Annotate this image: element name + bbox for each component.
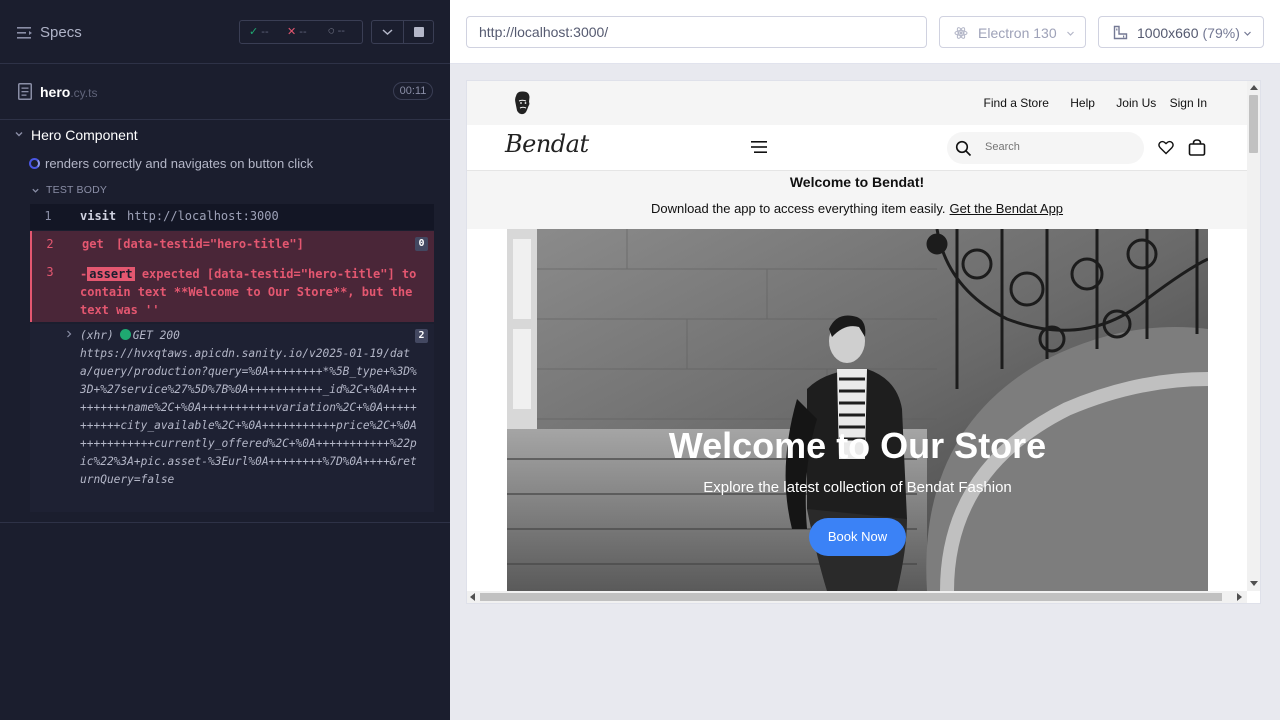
command-message: http://localhost:3000 <box>127 209 279 223</box>
file-icon <box>18 83 32 100</box>
ruler-icon <box>1113 25 1128 40</box>
test-stats: ✓ -- ✕ -- ◌ -- <box>239 20 363 44</box>
app-preview-frame: Find a Store Help Join Us Sign In Bendat… <box>466 80 1261 604</box>
suite-row[interactable]: Hero Component <box>0 124 450 146</box>
help-link[interactable]: Help <box>1070 96 1095 110</box>
test-body-row[interactable]: TEST BODY <box>0 181 450 199</box>
brand-wordmark[interactable]: Bendat <box>505 130 589 158</box>
book-now-button[interactable]: Book Now <box>809 518 906 556</box>
failed-stat: ✕ -- <box>287 26 307 38</box>
url-field[interactable]: http://localhost:3000/ <box>466 16 927 48</box>
get-app-link[interactable]: Get the Bendat App <box>950 201 1063 216</box>
spinner-icon: ◌ <box>328 25 335 37</box>
shopping-bag-icon[interactable] <box>1188 139 1206 156</box>
passed-stat: ✓ -- <box>249 26 269 38</box>
xhr-count-badge: 2 <box>415 329 428 343</box>
chevron-down-icon <box>382 29 393 36</box>
scroll-thumb[interactable] <box>480 593 1222 601</box>
find-store-link[interactable]: Find a Store <box>984 96 1049 110</box>
scroll-thumb[interactable] <box>1249 95 1258 153</box>
element-count-badge: 0 <box>415 237 428 251</box>
chevron-down-icon <box>1067 31 1074 36</box>
chevron-down-icon <box>15 132 23 137</box>
command-visit[interactable]: 1 visit http://localhost:3000 <box>30 204 434 230</box>
chevron-down-icon <box>1244 31 1251 36</box>
website: Find a Store Help Join Us Sign In Bendat… <box>467 81 1247 591</box>
chevron-right-icon <box>67 330 72 338</box>
test-title: renders correctly and navigates on butto… <box>45 156 314 171</box>
spec-name: hero.cy.ts <box>40 84 98 100</box>
join-us-link[interactable]: Join Us <box>1116 96 1156 110</box>
viewport-label: 1000x660 (79%) <box>1137 25 1240 41</box>
hamburger-menu-icon[interactable] <box>751 140 767 154</box>
promo-title: Welcome to Bendat! <box>789 174 925 190</box>
browser-selector[interactable]: Electron 130 <box>939 16 1086 48</box>
promo-banner: Welcome to Bendat! Download the app to a… <box>467 171 1247 229</box>
command-name: visit <box>80 209 117 223</box>
hero-subtitle: Explore the latest collection of Bendat … <box>703 479 1012 496</box>
horizontal-scrollbar[interactable] <box>467 591 1247 603</box>
scroll-up-arrow-icon[interactable] <box>1250 85 1258 90</box>
aut-toolbar: http://localhost:3000/ Electron 130 1000… <box>450 0 1280 64</box>
search-icon <box>955 140 972 157</box>
command-number: 1 <box>44 209 52 223</box>
stop-button[interactable] <box>404 21 434 43</box>
command-number: 3 <box>46 265 54 279</box>
command-name: get <box>82 237 104 251</box>
scroll-right-arrow-icon[interactable] <box>1237 593 1242 601</box>
assertion-error-message: - assert expected [data-testid="hero-titl… <box>80 267 417 317</box>
main-nav: Bendat Search <box>467 125 1247 171</box>
heart-icon[interactable] <box>1158 140 1174 155</box>
status-dot-icon <box>119 329 131 340</box>
command-log: 1 visit http://localhost:3000 2 get [dat… <box>30 204 434 512</box>
brand-logo-icon[interactable] <box>511 90 533 116</box>
scroll-down-arrow-icon[interactable] <box>1250 581 1258 586</box>
command-xhr[interactable]: (xhr) GET 200 https://hvxqtaws.apicdn.sani… <box>30 324 434 512</box>
xhr-url: https://hvxqtaws.apicdn.sanity.io/v2025-… <box>80 347 417 486</box>
browser-label: Electron 130 <box>978 25 1057 41</box>
vertical-scrollbar[interactable] <box>1247 81 1260 591</box>
test-body-label: TEST BODY <box>46 184 108 196</box>
specs-list-icon[interactable] <box>17 26 33 40</box>
viewport-selector[interactable]: 1000x660 (79%) <box>1098 16 1264 48</box>
command-number: 2 <box>46 237 54 251</box>
spec-duration: 00:11 <box>393 82 433 100</box>
suite-title: Hero Component <box>31 127 138 143</box>
sign-in-link[interactable]: Sign In <box>1170 96 1207 110</box>
chevron-down-button[interactable] <box>372 21 403 43</box>
electron-icon <box>954 27 968 39</box>
search-input[interactable]: Search <box>947 132 1144 164</box>
assert-tag: assert <box>87 267 135 281</box>
command-failed-group[interactable]: 2 get [data-testid="hero-title"] 0 3 - as… <box>30 231 434 322</box>
run-controls <box>371 20 434 44</box>
x-icon: ✕ <box>287 26 297 38</box>
chevron-down-icon <box>32 188 39 193</box>
search-placeholder: Search <box>985 141 1020 153</box>
reporter-header: Specs ✓ -- ✕ -- ◌ -- <box>0 0 450 64</box>
xhr-details: (xhr) GET 200 https://hvxqtaws.apicdn.sani… <box>80 329 417 486</box>
pending-stat: ◌ -- <box>328 25 345 37</box>
promo-text: Download the app to access everything it… <box>650 201 1064 216</box>
utility-bar: Find a Store Help Join Us Sign In <box>467 81 1247 125</box>
command-selector: [data-testid="hero-title"] <box>116 237 304 251</box>
utility-links: Find a Store Help Join Us Sign In <box>966 96 1207 110</box>
hero-title: Welcome to Our Store <box>668 425 1047 466</box>
test-row[interactable]: renders correctly and navigates on butto… <box>0 153 450 175</box>
spec-header: hero.cy.ts 00:11 <box>0 64 450 120</box>
check-icon: ✓ <box>249 26 259 38</box>
running-spinner-icon <box>29 158 40 169</box>
hero-section: Welcome to Our Store Explore the latest … <box>507 229 1208 591</box>
reporter-panel: Specs ✓ -- ✕ -- ◌ -- hero.cy.ts 00:11 He… <box>0 0 450 720</box>
scroll-left-arrow-icon[interactable] <box>470 593 475 601</box>
specs-label[interactable]: Specs <box>40 24 82 41</box>
